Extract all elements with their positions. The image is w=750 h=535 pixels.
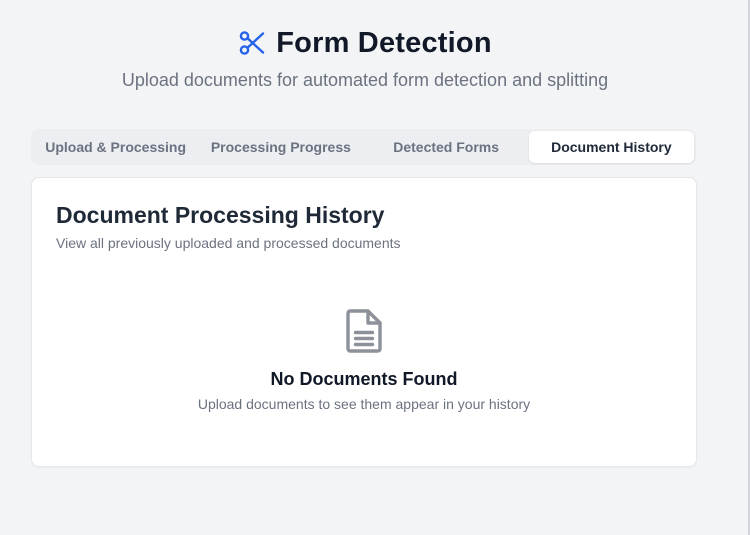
page: Form Detection Upload documents for auto…	[0, 0, 750, 535]
scissors-icon	[238, 29, 266, 57]
empty-state-description: Upload documents to see them appear in y…	[197, 396, 531, 412]
empty-state-title: No Documents Found	[270, 369, 458, 389]
app-header: Form Detection Upload documents for auto…	[0, 24, 730, 91]
app-title: Form Detection	[276, 26, 492, 59]
tab-document-history[interactable]: Document History	[528, 131, 694, 163]
empty-state: No Documents Found Upload documents to s…	[32, 308, 696, 412]
app-subtitle: Upload documents for automated form dete…	[121, 70, 609, 90]
history-description: View all previously uploaded and process…	[56, 235, 401, 251]
tab-processing-progress[interactable]: Processing Progress	[198, 131, 363, 163]
tab-bar: Upload & Processing Processing Progress …	[31, 129, 696, 165]
history-title: Document Processing History	[56, 202, 385, 228]
tab-upload-processing[interactable]: Upload & Processing	[33, 131, 198, 163]
document-icon	[344, 308, 384, 354]
title-row: Form Detection	[0, 24, 730, 62]
tab-detected-forms[interactable]: Detected Forms	[364, 131, 529, 163]
history-card: Document Processing History View all pre…	[31, 177, 697, 467]
